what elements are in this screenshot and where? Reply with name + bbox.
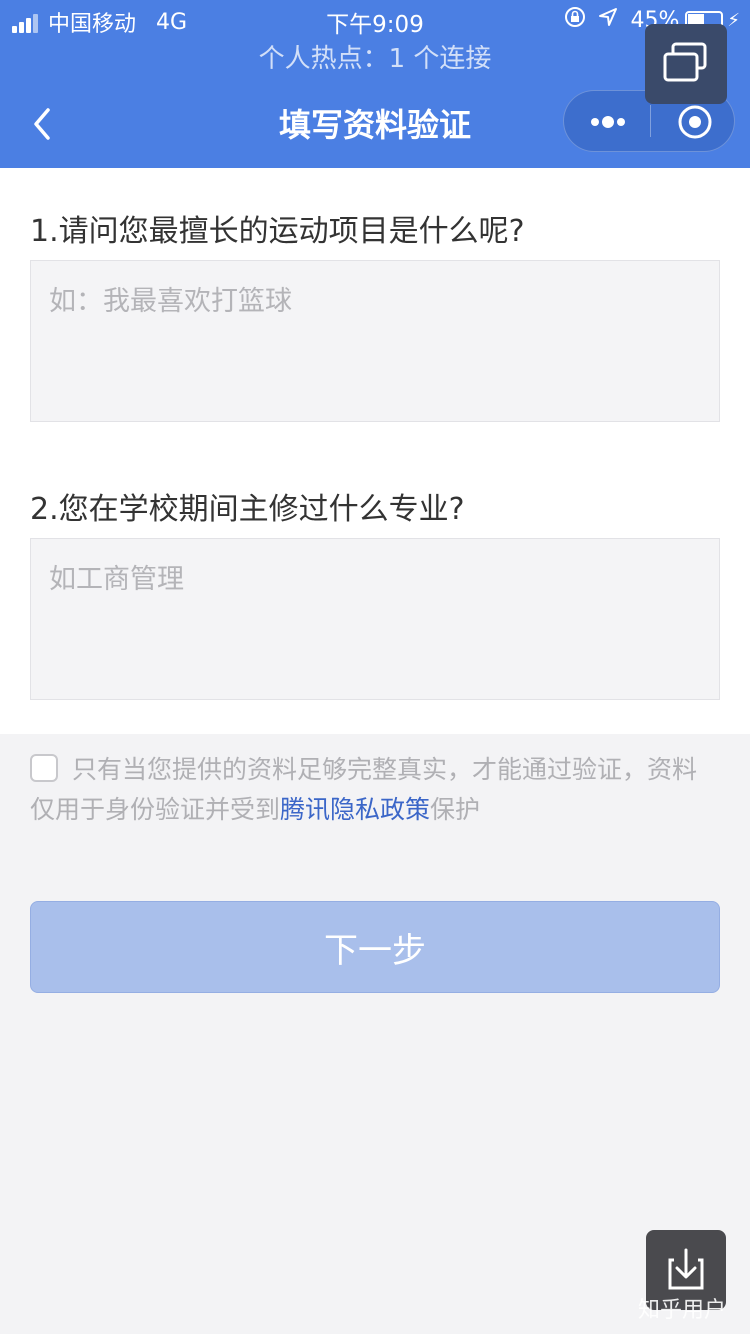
next-step-button[interactable]: 下一步: [30, 901, 720, 993]
question-1-label: 1.请问您最擅长的运动项目是什么呢?: [30, 214, 525, 249]
form-section: 1.请问您最擅长的运动项目是什么呢? 2.您在学校期间主修过什么专业?: [0, 168, 750, 734]
charging-icon: ⚡: [727, 9, 740, 31]
floating-window-button[interactable]: [645, 24, 727, 104]
more-button[interactable]: [564, 91, 650, 151]
agreement-checkbox[interactable]: [30, 754, 58, 782]
agreement-text-after: 保护: [430, 795, 481, 824]
answer-1-input[interactable]: [30, 260, 720, 422]
privacy-policy-link[interactable]: 腾讯隐私政策: [280, 795, 430, 824]
question-2-label: 2.您在学校期间主修过什么专业?: [30, 492, 465, 527]
location-icon: [598, 7, 618, 33]
chevron-left-icon: [34, 108, 50, 140]
status-bar: 中国移动 4G 下午9:09 45% ⚡: [0, 0, 750, 40]
hotspot-banner[interactable]: 个人热点：1 个连接: [0, 40, 750, 80]
agreement-text: 只有当您提供的资料足够完整真实，才能通过验证，资料仅用于身份验证并受到腾讯隐私政…: [30, 750, 720, 830]
rotation-lock-icon: [564, 6, 586, 34]
watermark-text: 知乎用户: [638, 1298, 727, 1323]
answer-2-input[interactable]: [30, 538, 720, 700]
agreement-section: 只有当您提供的资料足够完整真实，才能通过验证，资料仅用于身份验证并受到腾讯隐私政…: [30, 750, 720, 830]
nav-bar: 填写资料验证: [0, 80, 750, 168]
float-window-icon: [663, 42, 707, 82]
back-button[interactable]: [24, 100, 64, 148]
more-dots-icon: [591, 116, 625, 128]
